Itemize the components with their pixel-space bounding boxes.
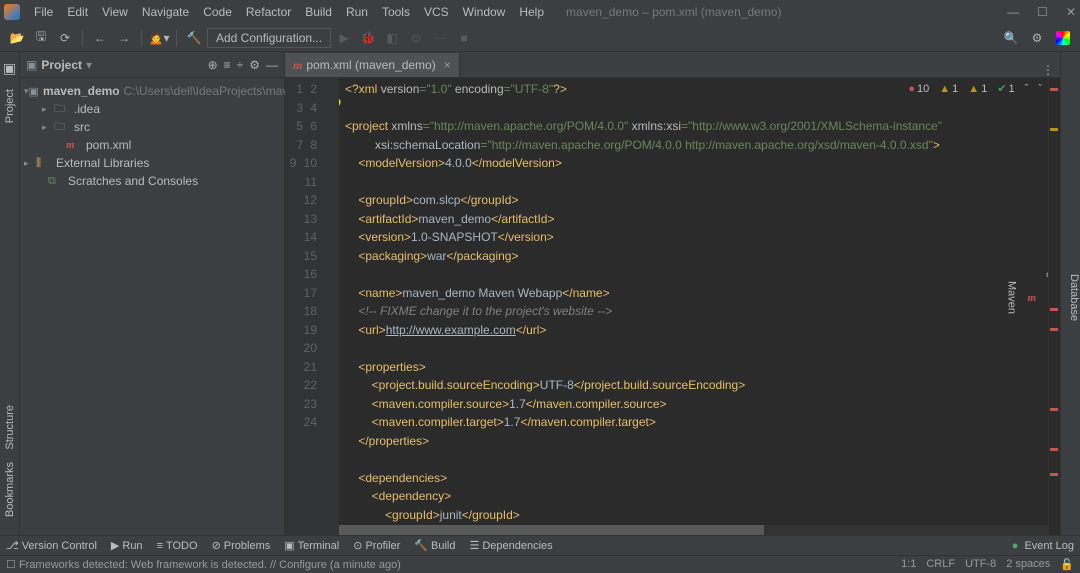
add-configuration-button[interactable]: Add Configuration... xyxy=(207,28,331,48)
status-icon[interactable]: ☐ xyxy=(6,558,16,571)
expand-all-icon[interactable]: ≡ xyxy=(224,58,231,72)
project-panel: ▣ Project ▾ ⊕ ≡ ÷ ⚙ — ▾▣ maven_demoC:\Us… xyxy=(20,52,285,535)
attach-icon[interactable]: ⋯ xyxy=(429,27,451,49)
save-icon[interactable]: 🖫 xyxy=(30,27,52,49)
horizontal-scrollbar[interactable] xyxy=(339,525,1048,535)
menu-build[interactable]: Build xyxy=(299,3,338,21)
help-icon[interactable] xyxy=(1052,27,1074,49)
event-log-tab[interactable]: Event Log xyxy=(1012,540,1074,552)
profiler-tab[interactable]: ⊙ Profiler xyxy=(353,539,400,552)
dependencies-tab[interactable]: ☰ Dependencies xyxy=(469,539,552,552)
intention-bulb-icon[interactable]: 💡 xyxy=(339,96,344,115)
coverage-icon[interactable]: ◧ xyxy=(381,27,403,49)
tree-pom-file[interactable]: mpom.xml xyxy=(20,136,284,154)
menu-vcs[interactable]: VCS xyxy=(418,3,455,21)
fold-gutter[interactable] xyxy=(325,78,339,535)
bottom-toolbar: ⎇ Version Control ▶ Run ≡ TODO ⊘ Problem… xyxy=(0,535,1080,555)
run-icon[interactable]: ▶ xyxy=(333,27,355,49)
build-icon[interactable]: 🔨 xyxy=(183,27,205,49)
project-tool-button[interactable]: Project xyxy=(4,89,16,123)
tree-external-libs[interactable]: ▸⫼External Libraries xyxy=(20,154,284,172)
minimize-icon[interactable]: — xyxy=(1007,5,1019,19)
window-title: maven_demo – pom.xml (maven_demo) xyxy=(566,5,781,19)
menu-window[interactable]: Window xyxy=(457,3,512,21)
database-tool-button[interactable]: Database xyxy=(1068,274,1080,321)
project-panel-title: Project xyxy=(41,58,82,72)
editor-area: m pom.xml (maven_demo) × ⋮ 1 2 3 4 5 6 7… xyxy=(285,52,1060,535)
menu-view[interactable]: View xyxy=(96,3,134,21)
tree-idea-folder[interactable]: ▸🗀.idea xyxy=(20,100,284,118)
menu-navigate[interactable]: Navigate xyxy=(136,3,195,21)
titlebar: File Edit View Navigate Code Refactor Bu… xyxy=(0,0,1080,24)
menu-help[interactable]: Help xyxy=(513,3,550,21)
menu-edit[interactable]: Edit xyxy=(61,3,94,21)
menu-code[interactable]: Code xyxy=(197,3,238,21)
debug-icon[interactable]: 🐞 xyxy=(357,27,379,49)
hide-panel-icon[interactable]: — xyxy=(266,58,278,72)
tree-root[interactable]: ▾▣ maven_demoC:\Users\dell\IdeaProjects\… xyxy=(20,82,284,100)
statusbar: ☐ Frameworks detected: Web framework is … xyxy=(0,555,1080,573)
indent-setting[interactable]: 2 spaces xyxy=(1006,558,1050,571)
tree-src-folder[interactable]: ▸🗀src xyxy=(20,118,284,136)
line-separator[interactable]: CRLF xyxy=(926,558,955,571)
editor-tab-pom[interactable]: m pom.xml (maven_demo) × xyxy=(285,53,460,77)
right-tool-gutter: Database Big Data Tools m Maven xyxy=(1060,52,1080,535)
close-icon[interactable]: ✕ xyxy=(1066,5,1076,19)
tab-close-icon[interactable]: × xyxy=(444,58,451,72)
terminal-tab[interactable]: ▣ Terminal xyxy=(284,539,339,552)
menu-refactor[interactable]: Refactor xyxy=(240,3,297,21)
version-control-tab[interactable]: ⎇ Version Control xyxy=(6,539,97,552)
collapse-all-icon[interactable]: ÷ xyxy=(237,58,244,72)
tree-scratches[interactable]: ⧉Scratches and Consoles xyxy=(20,172,284,190)
inspection-status[interactable]: 10111ˆˇ xyxy=(908,80,1042,99)
caret-position[interactable]: 1:1 xyxy=(901,558,916,571)
panel-settings-icon[interactable]: ⚙ xyxy=(249,58,260,72)
problems-tab[interactable]: ⊘ Problems xyxy=(212,539,271,552)
app-logo-icon xyxy=(4,4,20,20)
editor-tabbar: m pom.xml (maven_demo) × ⋮ xyxy=(285,52,1060,78)
tab-options-icon[interactable]: ⋮ xyxy=(1042,63,1054,77)
error-stripe[interactable] xyxy=(1048,78,1060,535)
project-view-icon: ▣ xyxy=(26,58,37,72)
line-gutter: 1 2 3 4 5 6 7 8 9 10 11 12 13 14 15 16 1… xyxy=(285,78,325,535)
build-tab[interactable]: 🔨 Build xyxy=(414,539,455,552)
sync-icon[interactable]: ⟳ xyxy=(54,27,76,49)
forward-icon[interactable]: → xyxy=(113,27,135,49)
left-tool-gutter: ▣ Project Structure Bookmarks xyxy=(0,52,20,535)
select-opened-icon[interactable]: ⊕ xyxy=(208,58,218,72)
structure-tool-button[interactable]: Structure xyxy=(4,405,16,450)
file-encoding[interactable]: UTF-8 xyxy=(965,558,996,571)
maven-file-icon: m xyxy=(293,58,302,73)
search-icon[interactable]: 🔍 xyxy=(1000,27,1022,49)
bookmarks-tool-button[interactable]: Bookmarks xyxy=(4,462,16,517)
menubar: File Edit View Navigate Code Refactor Bu… xyxy=(28,3,550,21)
maximize-icon[interactable]: ☐ xyxy=(1037,5,1048,19)
run-tab[interactable]: ▶ Run xyxy=(111,539,143,552)
menu-run[interactable]: Run xyxy=(340,3,374,21)
chevron-down-icon[interactable]: ▾ xyxy=(86,58,92,72)
status-message[interactable]: Frameworks detected: Web framework is de… xyxy=(19,559,401,571)
menu-tools[interactable]: Tools xyxy=(376,3,416,21)
tab-label: pom.xml (maven_demo) xyxy=(306,58,435,72)
code-editor[interactable]: 10111ˆˇ💡<?xml version="1.0" encoding="UT… xyxy=(339,78,1048,535)
back-icon[interactable]: ← xyxy=(89,27,111,49)
profile-icon[interactable]: ⊙ xyxy=(405,27,427,49)
project-tool-icon[interactable]: ▣ xyxy=(3,60,16,77)
readonly-icon[interactable]: 🔓 xyxy=(1060,558,1074,571)
stop-icon[interactable]: ■ xyxy=(453,27,475,49)
user-config-icon[interactable]: 🙍▾ xyxy=(148,27,170,49)
settings-icon[interactable]: ⚙ xyxy=(1026,27,1048,49)
project-tree: ▾▣ maven_demoC:\Users\dell\IdeaProjects\… xyxy=(20,78,284,194)
todo-tab[interactable]: ≡ TODO xyxy=(157,540,198,552)
open-icon[interactable]: 📂 xyxy=(6,27,28,49)
main-toolbar: 📂 🖫 ⟳ ← → 🙍▾ 🔨 Add Configuration... ▶ 🐞 … xyxy=(0,24,1080,52)
menu-file[interactable]: File xyxy=(28,3,59,21)
